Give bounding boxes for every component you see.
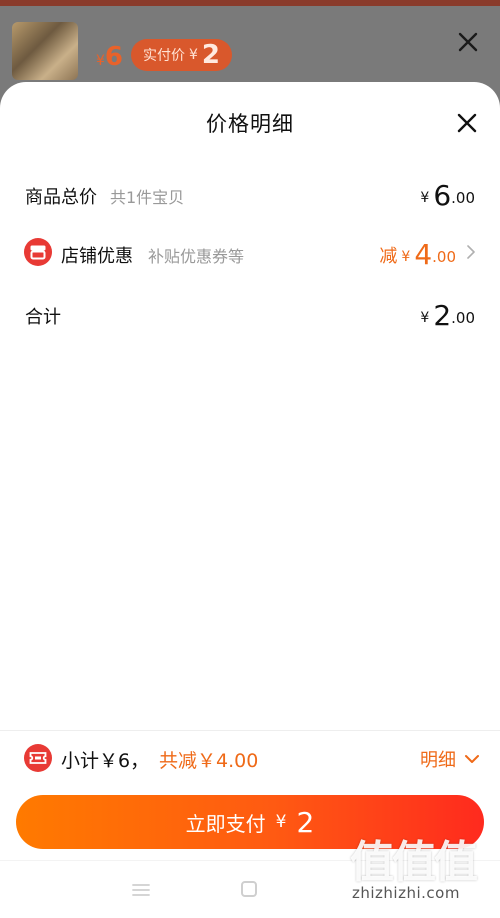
discount-prefix: 减 bbox=[379, 246, 398, 267]
watermark-logo: 值值值 bbox=[350, 837, 478, 888]
actual-price-badge: 实付价 ¥ 2 bbox=[131, 39, 233, 71]
detail-toggle-label: 明细 bbox=[420, 750, 456, 771]
background-close-icon[interactable] bbox=[456, 30, 480, 54]
close-icon[interactable] bbox=[456, 112, 478, 134]
price-detail-sheet: 价格明细 商品总价 共1件宝贝 ¥ 6 .00 店铺优惠 补贴优惠券等 减 ¥ … bbox=[0, 82, 500, 917]
goods-total-amount: ¥ 6 .00 bbox=[420, 173, 475, 213]
goods-total-row: 商品总价 共1件宝贝 ¥ 6 .00 bbox=[0, 173, 500, 213]
discount-decimal: .00 bbox=[432, 248, 456, 266]
shop-icon bbox=[24, 238, 52, 266]
total-label: 合计 bbox=[25, 307, 61, 328]
actual-price-value: 2 bbox=[201, 40, 221, 70]
background-banner-strip bbox=[0, 0, 500, 6]
watermark: 值值值 zhizhizhi.com bbox=[350, 826, 495, 906]
shop-discount-label: 店铺优惠 bbox=[61, 246, 133, 267]
shop-discount-amount: 减 ¥ 4 .00 bbox=[379, 232, 456, 272]
background-price-currency: ¥ bbox=[96, 53, 105, 69]
coupon-ticket-icon bbox=[24, 744, 52, 772]
total-decimal: .00 bbox=[451, 309, 475, 327]
footer-divider bbox=[0, 730, 500, 731]
pay-currency: ¥ bbox=[275, 812, 287, 832]
total-discount-text: 共减￥4.00 bbox=[159, 750, 259, 772]
discount-integer: 4 bbox=[414, 238, 433, 271]
home-icon[interactable] bbox=[241, 881, 257, 897]
total-amount: ¥ 2 .00 bbox=[420, 293, 475, 333]
detail-toggle[interactable]: 明细 bbox=[420, 746, 480, 772]
background-price-value: 6 bbox=[104, 42, 124, 72]
chevron-down-icon bbox=[465, 755, 479, 763]
actual-price-currency: ¥ bbox=[189, 47, 198, 63]
background-price: ¥6 bbox=[96, 42, 123, 72]
actual-price-label: 实付价 bbox=[143, 48, 185, 64]
menu-icon[interactable] bbox=[132, 883, 150, 897]
discount-currency: ¥ bbox=[401, 249, 411, 265]
pay-now-label: 立即支付 bbox=[185, 811, 266, 836]
total-integer: 2 bbox=[433, 299, 452, 332]
order-summary: 小计￥6， 共减￥4.00 明细 bbox=[0, 740, 500, 776]
goods-total-integer: 6 bbox=[433, 179, 452, 212]
goods-total-decimal: .00 bbox=[451, 189, 475, 207]
shop-discount-desc: 补贴优惠券等 bbox=[148, 247, 245, 266]
watermark-url: zhizhizhi.com bbox=[352, 884, 460, 902]
shop-discount-row[interactable]: 店铺优惠 补贴优惠券等 减 ¥ 4 .00 bbox=[0, 232, 500, 272]
total-currency: ¥ bbox=[420, 310, 430, 326]
chevron-right-icon[interactable] bbox=[466, 245, 476, 259]
subtotal-text: 小计￥6， bbox=[61, 750, 150, 772]
goods-total-label: 商品总价 bbox=[25, 187, 97, 208]
sheet-title: 价格明细 bbox=[206, 112, 294, 136]
goods-count-text: 共1件宝贝 bbox=[110, 188, 185, 207]
pay-amount: 2 bbox=[296, 805, 315, 839]
product-thumbnail bbox=[12, 22, 78, 80]
total-row: 合计 ¥ 2 .00 bbox=[0, 293, 500, 333]
goods-total-currency: ¥ bbox=[420, 190, 430, 206]
